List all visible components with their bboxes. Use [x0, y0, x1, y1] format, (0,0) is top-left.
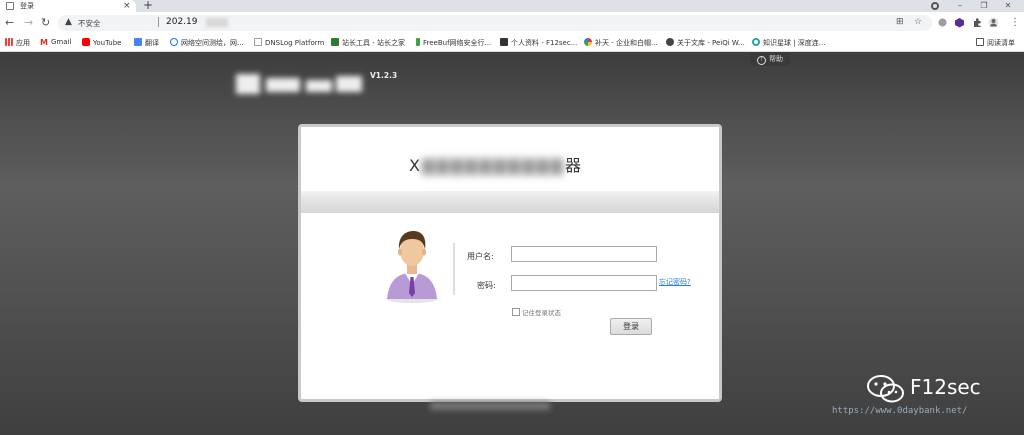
login-page: ! 帮助 V1.2.3 X▇▇▇▇▇▇▇▇▇▇器 用户名: 密码: 忘记密码? …: [0, 52, 1024, 435]
bookmark-youtube[interactable]: YouTube: [82, 38, 121, 47]
watermark-brand: F12sec: [910, 375, 981, 399]
watermark-url: https://www.0daybank.net/: [832, 406, 968, 416]
youtube-icon: [82, 38, 90, 46]
bookmark-f12sec[interactable]: 个人资料 - F12sec...: [500, 38, 577, 48]
extension-icon[interactable]: [937, 17, 948, 28]
title-redacted: ▇▇▇▇▇▇▇▇▇▇: [421, 156, 566, 175]
bookmark-label: DNSLog Platform: [265, 39, 325, 47]
footer-redacted: [430, 402, 550, 410]
bookmark-label: 应用: [16, 39, 30, 47]
minimize-button[interactable]: –: [948, 0, 972, 12]
wechat-icon: [867, 375, 904, 403]
product-logo-redacted: [236, 74, 364, 94]
bookmark-label: YouTube: [93, 39, 122, 47]
apps-grid-icon: [5, 38, 13, 46]
bookmark-star-icon[interactable]: ☆: [914, 17, 922, 27]
insecure-label[interactable]: 不安全: [78, 18, 101, 29]
url-text[interactable]: 202.19: [166, 17, 198, 27]
help-label: 帮助: [769, 55, 783, 63]
bookmark-label: 站长工具 - 站长之家: [342, 39, 405, 47]
globe-icon: [170, 38, 178, 46]
bookmark-label: 补天 - 企业和白帽...: [595, 39, 658, 47]
bookmark-label: FreeBuf网络安全行...: [423, 39, 492, 47]
bookmark-label: 个人资料 - F12sec...: [511, 39, 578, 47]
remember-label: 记住登录状态: [522, 309, 561, 317]
bookmark-label: 关于文库 - PeiQi W...: [677, 39, 745, 47]
puzzle-extensions-icon[interactable]: [972, 17, 983, 28]
login-card: X▇▇▇▇▇▇▇▇▇▇器 用户名: 密码: 忘记密码? 记住登录状态 登录: [298, 124, 722, 402]
browser-toolbar: ← → ↻ ▲ 不安全 202.19 ⊞ ☆ ⋮: [0, 12, 1024, 34]
bookmark-zsxq[interactable]: 知识星球 | 深度连...: [752, 38, 825, 48]
forgot-password-link[interactable]: 忘记密码?: [659, 277, 691, 287]
password-input[interactable]: [511, 275, 657, 291]
system-title: X▇▇▇▇▇▇▇▇▇▇器: [409, 152, 583, 176]
form-divider: [453, 243, 455, 295]
page-icon: [254, 38, 262, 46]
tab-title: 登录: [20, 2, 34, 10]
reload-icon[interactable]: ↻: [41, 15, 50, 31]
address-bar[interactable]: ▲ 不安全 202.19 ⊞ ☆: [58, 15, 932, 31]
zsxq-icon: [752, 38, 760, 46]
tab-strip: 登录 × + – ❐ ✕: [0, 0, 1024, 12]
bookmark-gmail[interactable]: M Gmail: [40, 38, 72, 47]
url-redaction: [206, 18, 228, 27]
extension-hex-icon[interactable]: [954, 17, 965, 28]
user-avatar-icon: [386, 231, 438, 303]
tab-search-icon[interactable]: [931, 2, 939, 10]
login-button[interactable]: 登录: [610, 318, 652, 335]
page-favicon-icon: [6, 2, 14, 10]
remember-login-checkbox[interactable]: 记住登录状态: [512, 307, 561, 317]
url-separator: [158, 17, 159, 27]
maximize-button[interactable]: ❐: [972, 0, 996, 12]
info-icon: !: [757, 56, 766, 65]
butian-icon: [584, 38, 592, 46]
username-input[interactable]: [511, 246, 657, 262]
translate-bookmark-icon: [134, 38, 142, 46]
bookmark-cyberspace[interactable]: 网络空间测绘，网...: [170, 38, 244, 48]
close-window-button[interactable]: ✕: [996, 0, 1020, 12]
card-header: X▇▇▇▇▇▇▇▇▇▇器: [301, 127, 719, 191]
warning-icon[interactable]: ▲: [65, 17, 72, 27]
tab-close-icon[interactable]: ×: [123, 0, 131, 12]
back-arrow-icon[interactable]: ←: [5, 15, 14, 31]
title-prefix: X: [409, 156, 422, 175]
translate-icon[interactable]: ⊞: [896, 17, 904, 27]
bookmark-dnslog[interactable]: DNSLog Platform: [254, 38, 324, 47]
bookmark-peiqi[interactable]: 关于文库 - PeiQi W...: [666, 38, 745, 48]
bookmark-label: 翻译: [145, 39, 159, 47]
profile-avatar-icon[interactable]: [988, 17, 999, 28]
freebuf-icon: [416, 38, 420, 46]
bookmarks-bar: 应用 M Gmail YouTube 翻译 网络空间测绘，网... DNSLog …: [0, 34, 1024, 52]
bookmark-label: 阅读清单: [987, 39, 1015, 47]
chinaz-icon: [331, 38, 339, 46]
reading-list-icon: [976, 38, 984, 46]
password-label: 密码:: [477, 281, 496, 290]
bookmark-label: 知识星球 | 深度连...: [763, 39, 826, 47]
bookmark-translate[interactable]: 翻译: [134, 38, 159, 48]
new-tab-button[interactable]: +: [143, 0, 153, 12]
kebab-menu-icon[interactable]: ⋮: [1010, 15, 1020, 31]
github-icon: [666, 38, 674, 46]
reading-list[interactable]: 阅读清单: [976, 38, 1015, 48]
username-label: 用户名:: [467, 252, 494, 261]
bookmark-apps[interactable]: 应用: [5, 38, 30, 48]
browser-tab[interactable]: 登录 ×: [0, 0, 136, 12]
bookmark-label: 网络空间测绘，网...: [181, 39, 244, 47]
f12sec-icon: [500, 38, 508, 46]
bookmark-chinaz[interactable]: 站长工具 - 站长之家: [331, 38, 405, 48]
header-band: [301, 191, 719, 213]
title-suffix: 器: [565, 156, 584, 175]
bookmark-label: Gmail: [50, 38, 72, 46]
help-button[interactable]: ! 帮助: [750, 52, 790, 66]
bookmark-butian[interactable]: 补天 - 企业和白帽...: [584, 38, 658, 48]
forward-arrow-icon[interactable]: →: [24, 15, 33, 31]
checkbox-box[interactable]: [512, 308, 520, 316]
gmail-icon: M: [40, 38, 48, 47]
bookmark-freebuf[interactable]: FreeBuf网络安全行...: [416, 38, 491, 48]
version-label: V1.2.3: [370, 71, 398, 80]
